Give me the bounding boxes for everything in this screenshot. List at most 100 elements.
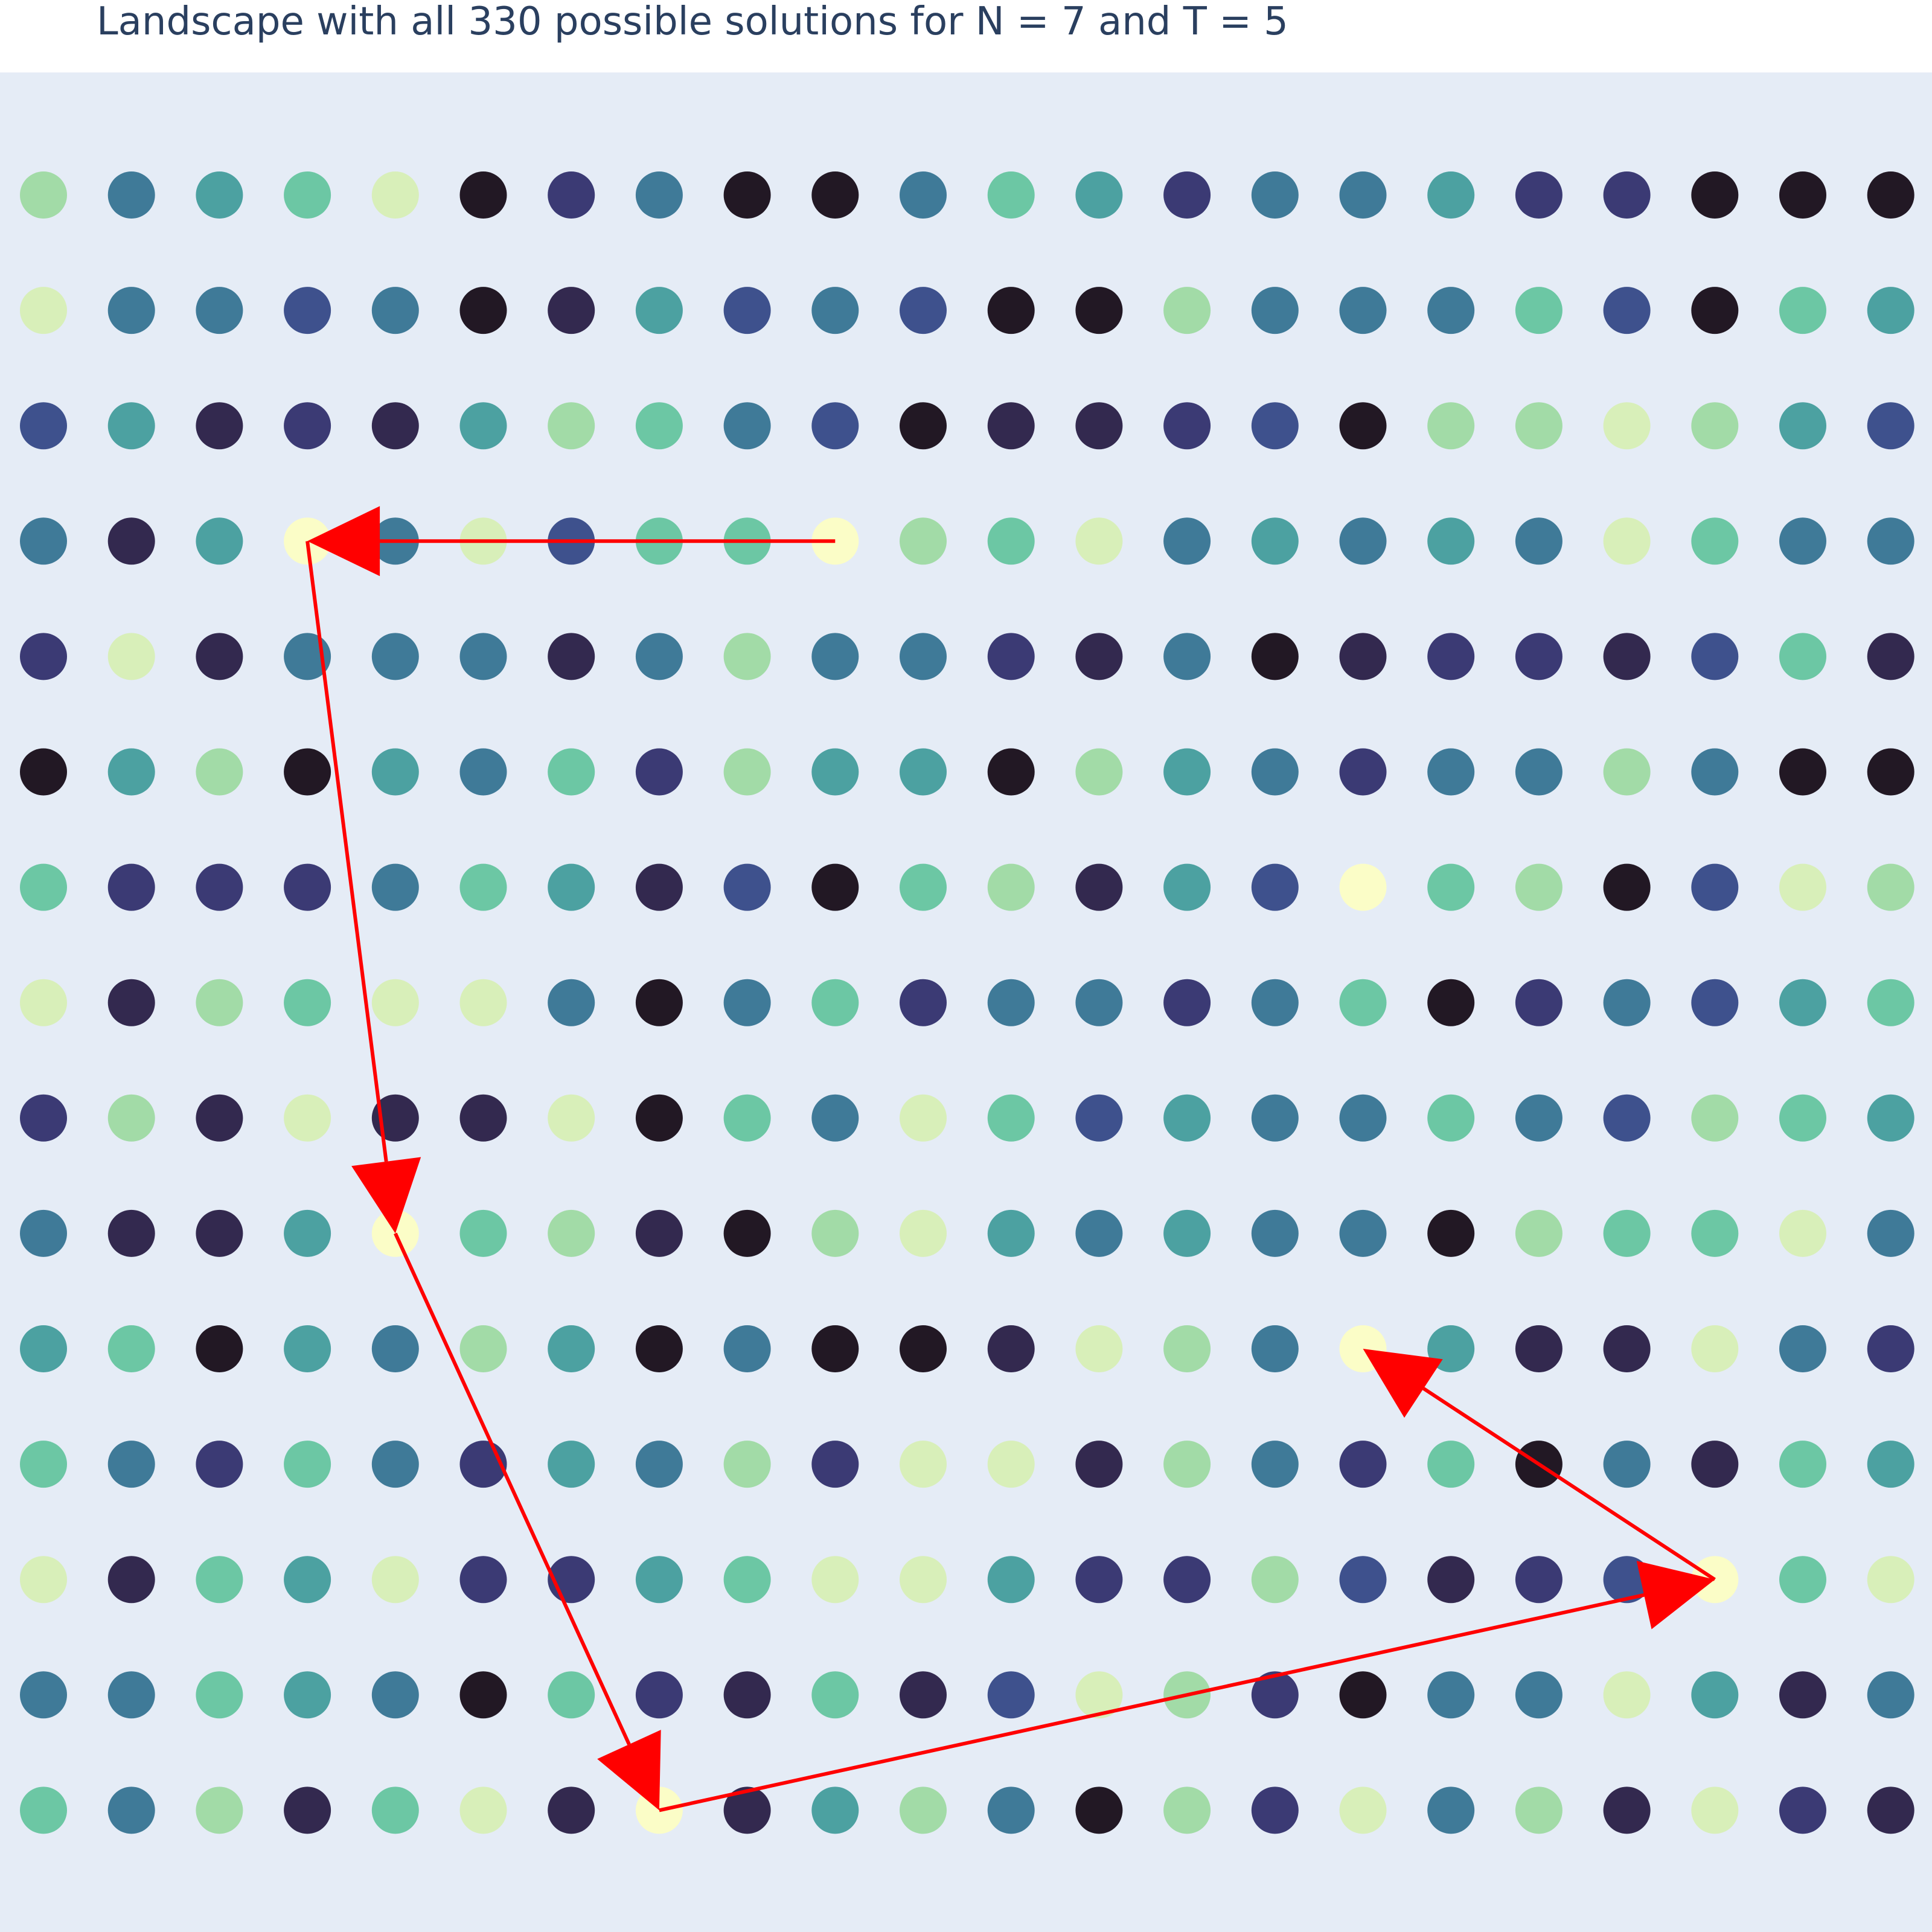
solution-point [284,402,331,450]
solution-point [1339,863,1387,911]
solution-point [723,1209,771,1257]
solution-point [20,1209,67,1257]
solution-point [1603,287,1651,334]
solution-point [1427,1094,1475,1142]
solution-point [1691,1671,1739,1719]
solution-point [1163,1556,1211,1604]
solution-point [1339,633,1387,680]
solution-point [723,979,771,1026]
solution-point [1251,517,1299,565]
solution-point [284,287,331,334]
solution-point [1515,1671,1563,1719]
solution-point [1779,1441,1826,1488]
solution-point [284,1786,331,1834]
solution-point [723,287,771,334]
solution-point [196,1556,243,1604]
solution-point [1251,1786,1299,1834]
solution-point [1251,287,1299,334]
solution-point [371,1556,419,1604]
solution-point [1515,1556,1563,1604]
solution-point [107,1441,155,1488]
solution-point [1339,748,1387,796]
solution-point [1339,1671,1387,1719]
solution-point [1163,1209,1211,1257]
solution-point [1251,1325,1299,1372]
solution-point [196,402,243,450]
solution-point [1163,1786,1211,1834]
solution-point [1867,979,1914,1026]
solution-point [548,979,595,1026]
solution-point [1779,633,1826,680]
solution-point [987,1556,1035,1604]
solution-point [1251,748,1299,796]
solution-point [196,1209,243,1257]
solution-point [1515,1786,1563,1834]
solution-point [723,1671,771,1719]
solution-point [635,1671,683,1719]
solution-point [20,171,67,219]
solution-point [1163,1325,1211,1372]
solution-point [1075,863,1123,911]
solution-point [196,1094,243,1142]
solution-point [1251,1094,1299,1142]
solution-point [1867,633,1914,680]
solution-point [284,1325,331,1372]
solution-point [1251,1441,1299,1488]
solution-point [635,633,683,680]
solution-point [1779,1325,1826,1372]
solution-point [1515,979,1563,1026]
solution-point [1515,748,1563,796]
solution-point [900,863,947,911]
solution-point [107,748,155,796]
solution-point [1427,402,1475,450]
solution-point [1339,1441,1387,1488]
solution-point [1603,171,1651,219]
solution-point [1515,287,1563,334]
solution-point [459,748,507,796]
solution-point [371,402,419,450]
solution-point [107,402,155,450]
solution-point [1779,1209,1826,1257]
solution-point [635,979,683,1026]
solution-point [371,748,419,796]
solution-point [459,1671,507,1719]
solution-point [900,171,947,219]
solution-point [635,287,683,334]
solution-point [1163,517,1211,565]
solution-point [20,287,67,334]
solution-point [987,1671,1035,1719]
solution-point [1427,1786,1475,1834]
solution-point [1075,979,1123,1026]
solution-point [1251,863,1299,911]
solution-point [20,517,67,565]
solution-point [900,1671,947,1719]
solution-point [107,1209,155,1257]
solution-point [1075,517,1123,565]
solution-point [284,171,331,219]
solution-point [20,1325,67,1372]
solution-point [1691,633,1739,680]
solution-point [107,863,155,911]
solution-point [1691,1209,1739,1257]
solution-point [635,748,683,796]
solution-point [1427,517,1475,565]
solution-point [1075,1441,1123,1488]
solution-point [811,287,859,334]
solution-point [107,1094,155,1142]
solution-point [371,1441,419,1488]
solution-point [987,402,1035,450]
solution-point [459,1209,507,1257]
solution-point [1251,1209,1299,1257]
solution-point [196,748,243,796]
solution-point [1427,633,1475,680]
solution-point [284,1671,331,1719]
solution-point [1603,1786,1651,1834]
solution-point [371,171,419,219]
solution-point [987,1094,1035,1142]
solution-point [987,1209,1035,1257]
solution-point [1075,1325,1123,1372]
solution-point [1691,1094,1739,1142]
solution-point [900,1441,947,1488]
solution-point [1251,402,1299,450]
solution-point [1163,287,1211,334]
